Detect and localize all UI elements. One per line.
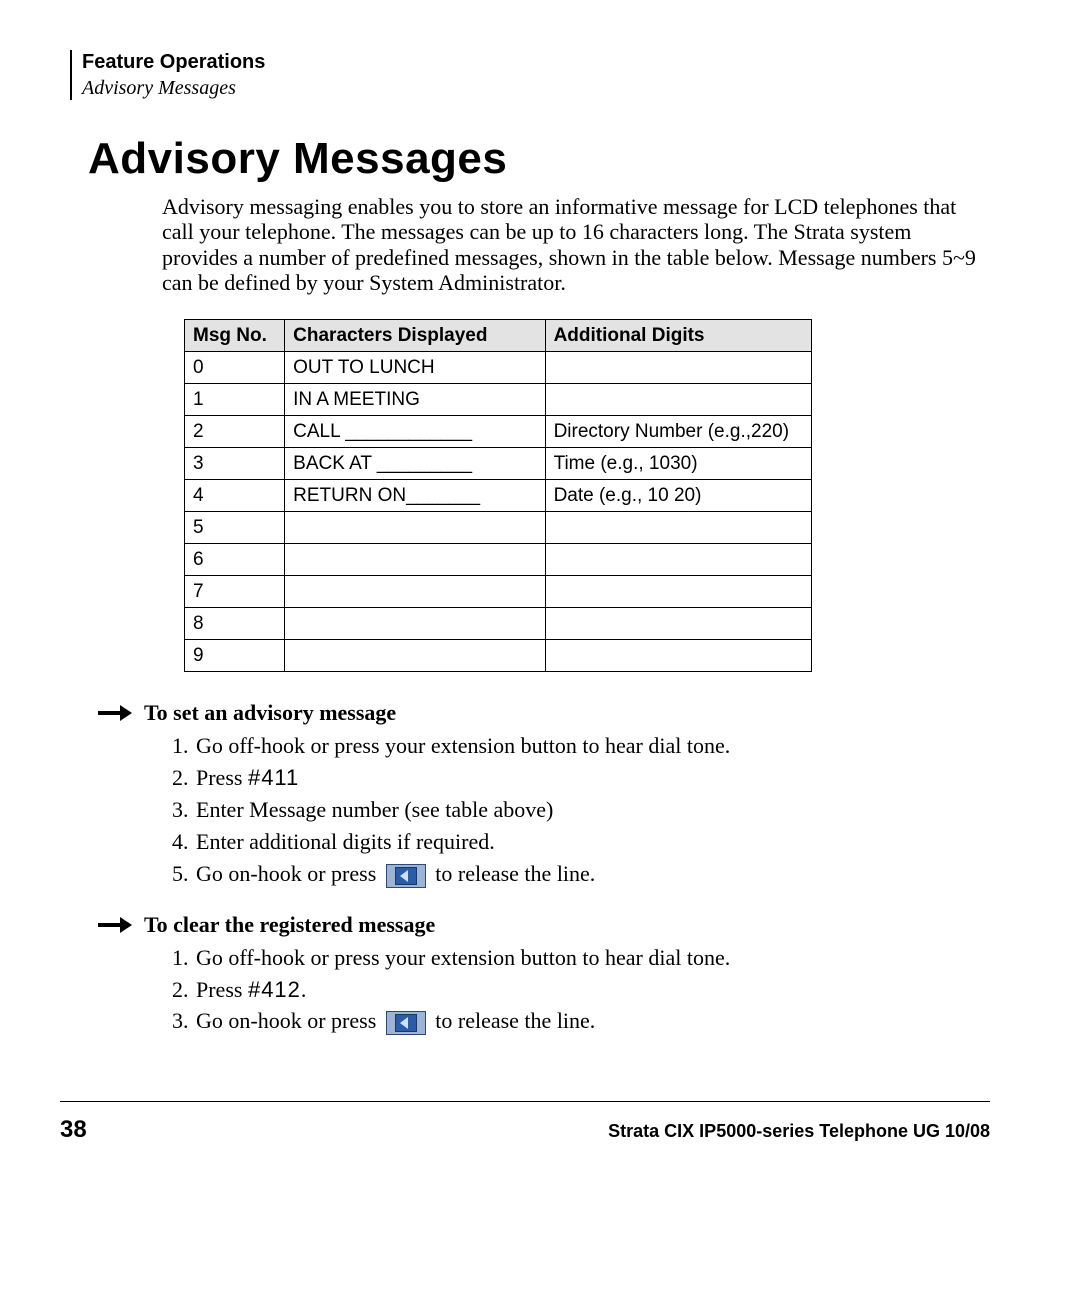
- cell-characters: IN A MEETING: [285, 384, 545, 416]
- procedure-clear: To clear the registered message Go off-h…: [98, 912, 990, 1038]
- footer-rule: [60, 1101, 990, 1102]
- table-row: 0OUT TO LUNCH: [185, 352, 812, 384]
- table-header-row: Msg No. Characters Displayed Additional …: [185, 320, 812, 352]
- step-text: Press: [196, 765, 248, 790]
- cell-msg-no: 7: [185, 576, 285, 608]
- procedure-heading-row: To clear the registered message: [98, 912, 990, 938]
- table-row: 9: [185, 640, 812, 672]
- dial-code: #412: [248, 977, 301, 1002]
- procedure-heading-row: To set an advisory message: [98, 700, 990, 726]
- cell-characters: [285, 576, 545, 608]
- page-footer: 38 Strata CIX IP5000-series Telephone UG…: [60, 1116, 990, 1144]
- cell-characters: OUT TO LUNCH: [285, 352, 545, 384]
- cell-msg-no: 1: [185, 384, 285, 416]
- cell-characters: CALL ____________: [285, 416, 545, 448]
- cell-characters: [285, 608, 545, 640]
- cell-characters: [285, 512, 545, 544]
- running-header: Feature Operations Advisory Messages: [70, 50, 990, 100]
- cell-additional: [545, 384, 811, 416]
- speaker-button-icon: [386, 864, 426, 888]
- cell-characters: RETURN ON_______: [285, 480, 545, 512]
- cell-msg-no: 0: [185, 352, 285, 384]
- cell-additional: [545, 608, 811, 640]
- body-content: Advisory messaging enables you to store …: [162, 194, 990, 672]
- speaker-button-icon: [386, 1011, 426, 1035]
- col-header-msg-no: Msg No.: [185, 320, 285, 352]
- table-row: 5: [185, 512, 812, 544]
- cell-additional: Date (e.g., 10 20): [545, 480, 811, 512]
- procedure-steps: Go off-hook or press your extension butt…: [166, 730, 990, 889]
- step-text: to release the line.: [430, 861, 596, 886]
- cell-additional: [545, 576, 811, 608]
- table-row: 7: [185, 576, 812, 608]
- col-header-additional: Additional Digits: [545, 320, 811, 352]
- cell-characters: [285, 544, 545, 576]
- step-text: Press: [196, 977, 248, 1002]
- cell-msg-no: 9: [185, 640, 285, 672]
- table-row: 8: [185, 608, 812, 640]
- dial-code: #411: [248, 765, 299, 790]
- cell-additional: [545, 352, 811, 384]
- procedure-heading: To clear the registered message: [144, 912, 435, 938]
- cell-characters: BACK AT _________: [285, 448, 545, 480]
- step-text: to release the line.: [430, 1008, 596, 1033]
- cell-msg-no: 4: [185, 480, 285, 512]
- intro-paragraph: Advisory messaging enables you to store …: [162, 194, 990, 295]
- cell-additional: [545, 640, 811, 672]
- table-row: 6: [185, 544, 812, 576]
- cell-additional: [545, 512, 811, 544]
- procedure-steps: Go off-hook or press your extension butt…: [166, 942, 990, 1038]
- arrow-right-icon: [98, 917, 132, 933]
- step: Go off-hook or press your extension butt…: [194, 730, 990, 762]
- table-row: 3BACK AT _________Time (e.g., 1030): [185, 448, 812, 480]
- table-row: 1IN A MEETING: [185, 384, 812, 416]
- cell-msg-no: 8: [185, 608, 285, 640]
- cell-additional: Directory Number (e.g.,220): [545, 416, 811, 448]
- cell-msg-no: 5: [185, 512, 285, 544]
- cell-additional: [545, 544, 811, 576]
- step: Go on-hook or press to release the line.: [194, 1005, 990, 1037]
- step: Go on-hook or press to release the line.: [194, 858, 990, 890]
- step: Go off-hook or press your extension butt…: [194, 942, 990, 974]
- header-subsection-title: Advisory Messages: [82, 76, 990, 100]
- page-number: 38: [60, 1116, 87, 1144]
- cell-msg-no: 2: [185, 416, 285, 448]
- step-text: Go on-hook or press: [196, 861, 382, 886]
- document-page: Feature Operations Advisory Messages Adv…: [0, 0, 1080, 1311]
- table-row: 2CALL ____________Directory Number (e.g.…: [185, 416, 812, 448]
- cell-additional: Time (e.g., 1030): [545, 448, 811, 480]
- cell-msg-no: 3: [185, 448, 285, 480]
- advisory-messages-table: Msg No. Characters Displayed Additional …: [184, 319, 812, 672]
- procedure-set: To set an advisory message Go off-hook o…: [98, 700, 990, 889]
- procedure-heading: To set an advisory message: [144, 700, 396, 726]
- document-id: Strata CIX IP5000-series Telephone UG 10…: [608, 1121, 990, 1142]
- cell-msg-no: 6: [185, 544, 285, 576]
- header-section-title: Feature Operations: [82, 50, 990, 74]
- step: Press #412.: [194, 974, 990, 1006]
- step: Enter Message number (see table above): [194, 794, 990, 826]
- step: Enter additional digits if required.: [194, 826, 990, 858]
- step: Press #411: [194, 762, 990, 794]
- step-text: .: [301, 977, 307, 1002]
- cell-characters: [285, 640, 545, 672]
- arrow-right-icon: [98, 705, 132, 721]
- page-title: Advisory Messages: [88, 134, 990, 184]
- step-text: Go on-hook or press: [196, 1008, 382, 1033]
- col-header-characters: Characters Displayed: [285, 320, 545, 352]
- table-row: 4RETURN ON_______Date (e.g., 10 20): [185, 480, 812, 512]
